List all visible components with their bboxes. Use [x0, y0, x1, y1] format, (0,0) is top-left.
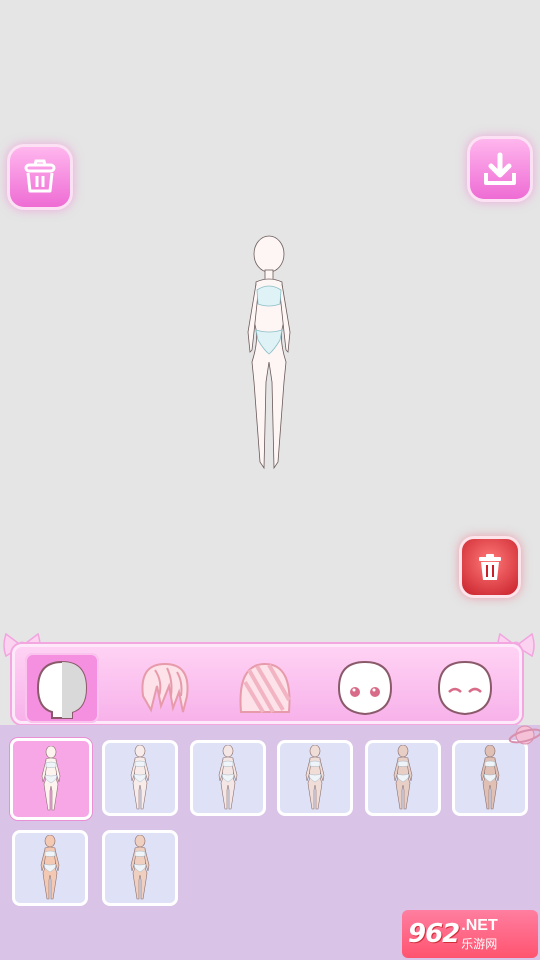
character-stage [0, 0, 540, 725]
mini-figure-icon [480, 745, 500, 810]
watermark-number: 962 [408, 919, 460, 949]
watermark-site: 乐游网 [461, 936, 498, 951]
skin-option-card[interactable] [190, 740, 266, 816]
mini-figure-icon [218, 745, 238, 810]
face-eyes-closed-icon [437, 660, 493, 716]
tab-expression[interactable] [428, 653, 502, 723]
category-bar [12, 644, 522, 724]
site-watermark: 962 .NET 乐游网 [402, 910, 538, 958]
character-figure [247, 235, 291, 470]
skin-option-card[interactable] [12, 830, 88, 906]
trash-icon [479, 554, 501, 580]
planet-decoration [508, 725, 540, 745]
skin-option-card[interactable] [365, 740, 441, 816]
tab-hair-back[interactable] [228, 653, 302, 723]
mini-figure-icon [130, 835, 150, 900]
skin-option-card[interactable] [102, 740, 178, 816]
tab-hair-front[interactable] [128, 653, 202, 723]
mini-figure-icon [130, 745, 150, 810]
tab-eyes[interactable] [328, 653, 402, 723]
skin-option-card[interactable] [277, 740, 353, 816]
download-button[interactable] [470, 139, 530, 199]
hair-front-icon [141, 662, 189, 713]
tab-body[interactable] [25, 653, 99, 723]
mini-figure-icon [40, 835, 60, 900]
watermark-net: .NET [461, 916, 498, 934]
hair-back-icon [239, 662, 291, 714]
mini-figure-icon [393, 745, 413, 810]
face-eyes-open-icon [337, 660, 393, 716]
mini-figure-icon [305, 745, 325, 810]
download-icon [484, 152, 516, 185]
skin-option-card[interactable] [102, 830, 178, 906]
skin-option-card[interactable] [10, 738, 92, 820]
body-base-icon [36, 660, 88, 719]
mini-figure-icon [41, 746, 61, 811]
delete-button[interactable] [462, 539, 518, 595]
clear-outfit-icon [24, 159, 56, 193]
clear-outfit-button[interactable] [10, 147, 70, 207]
